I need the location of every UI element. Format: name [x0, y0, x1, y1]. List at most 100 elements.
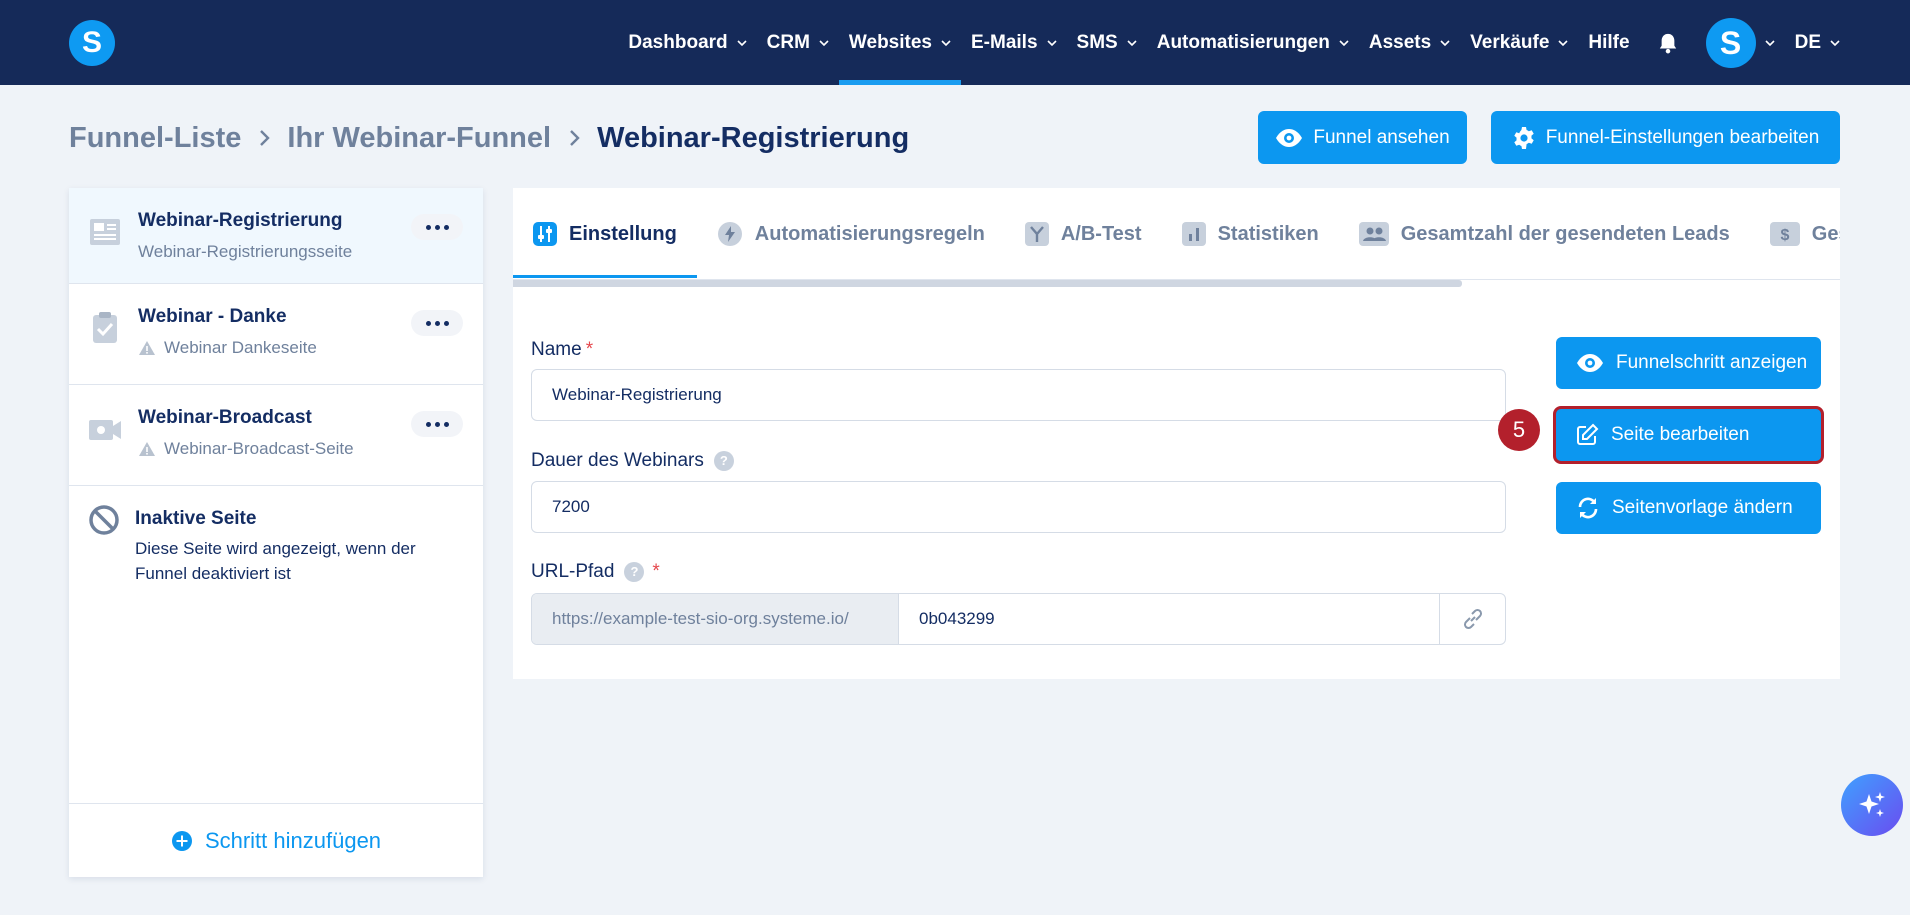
tab-label: Einstellung: [569, 222, 677, 245]
nav-sms[interactable]: SMS: [1067, 0, 1147, 85]
language-switcher[interactable]: DE: [1785, 0, 1850, 85]
nav-sales[interactable]: Verkäufe: [1460, 0, 1578, 85]
nav-label: Dashboard: [628, 31, 728, 53]
step-type: Webinar Dankeseite: [164, 338, 317, 357]
edit-funnel-settings-label: Funnel-Einstellungen bearbeiten: [1545, 126, 1820, 148]
plus-circle-icon: [171, 830, 192, 851]
tab-ab-test[interactable]: A/B-Test: [1005, 188, 1162, 279]
required-mark: *: [585, 339, 594, 360]
tab-label: A/B-Test: [1060, 222, 1142, 245]
top-navbar: S Dashboard CRM Websites E-Mails SMS Aut…: [0, 0, 1910, 85]
funnel-step-item[interactable]: Webinar-Registrierung Webinar-Registrier…: [69, 188, 483, 284]
notifications-button[interactable]: [1648, 0, 1688, 85]
avatar: S: [1705, 17, 1756, 68]
users-icon: [1358, 222, 1389, 246]
more-dot: [425, 224, 431, 230]
chevron-down-icon: [819, 39, 829, 46]
account-menu[interactable]: S: [1696, 0, 1785, 85]
nav-label: SMS: [1076, 31, 1118, 53]
tabs-scrollbar[interactable]: [513, 280, 1462, 287]
url-path-field: https://example-test-sio-org.systeme.io/…: [531, 593, 1506, 645]
funnel-step-item[interactable]: Webinar-Broadcast Webinar-Broadcast-Seit…: [69, 385, 483, 486]
edit-funnel-settings-button[interactable]: Funnel-Einstellungen bearbeiten: [1491, 111, 1840, 164]
inactive-page-item[interactable]: Inaktive Seite Diese Seite wird angezeig…: [69, 486, 483, 586]
more-dot: [443, 421, 449, 427]
nav-label: E-Mails: [971, 31, 1038, 53]
tab-settings[interactable]: Einstellung: [513, 188, 697, 279]
breadcrumb-funnel[interactable]: Ihr Webinar-Funnel: [287, 122, 551, 155]
more-dot: [443, 320, 449, 326]
url-prefix: https://example-test-sio-org.systeme.io/: [532, 594, 899, 644]
funnel-steps-sidebar: Webinar-Registrierung Webinar-Registrier…: [69, 188, 483, 877]
ai-assistant-button[interactable]: [1841, 774, 1903, 836]
split-icon: [1024, 222, 1049, 246]
page-icon: [90, 219, 120, 245]
view-funnel-button[interactable]: Funnel ansehen: [1258, 111, 1467, 164]
copy-link-button[interactable]: [1439, 594, 1505, 644]
warning-icon: [139, 442, 155, 456]
nav-automations[interactable]: Automatisierungen: [1147, 0, 1359, 85]
nav-label: CRM: [766, 31, 810, 53]
url-path-label-text: URL-Pfad: [531, 561, 615, 582]
help-icon[interactable]: ?: [624, 562, 645, 582]
show-funnel-step-button[interactable]: Funnelschritt anzeigen: [1556, 337, 1821, 389]
change-template-label: Seitenvorlage ändern: [1612, 497, 1793, 518]
url-path-value: 0b043299: [919, 609, 995, 628]
edit-page-button[interactable]: Seite bearbeiten: [1553, 406, 1824, 464]
nav-dashboard[interactable]: Dashboard: [618, 0, 756, 85]
edit-icon: [1577, 423, 1599, 445]
nav-emails[interactable]: E-Mails: [961, 0, 1067, 85]
link-icon: [1463, 608, 1482, 630]
chevron-down-icon: [1765, 39, 1775, 46]
nav-crm[interactable]: CRM: [757, 0, 839, 85]
tab-automation-rules[interactable]: Automatisierungsregeln: [697, 188, 1005, 279]
more-dot: [434, 320, 440, 326]
duration-input[interactable]: 7200: [531, 481, 1506, 533]
bolt-icon: [717, 222, 742, 246]
dollar-icon: $: [1769, 222, 1800, 246]
add-step-button[interactable]: Schritt hinzufügen: [69, 803, 483, 877]
inactive-page-description: Diese Seite wird angezeigt, wenn der Fun…: [135, 539, 416, 583]
name-input-value: Webinar-Registrierung: [552, 385, 722, 404]
main-nav: Dashboard CRM Websites E-Mails SMS Autom…: [618, 0, 1910, 85]
tab-label: Statistiken: [1217, 222, 1319, 245]
language-label: DE: [1794, 31, 1821, 53]
step-subtitle: Webinar-Registrierungsseite: [138, 242, 483, 262]
change-template-button[interactable]: Seitenvorlage ändern: [1556, 482, 1821, 534]
tab-label: Gesamtzahl der gesendeten Leads: [1400, 222, 1730, 245]
add-step-label: Schritt hinzufügen: [204, 827, 382, 853]
chevron-down-icon: [1127, 39, 1137, 46]
chevron-down-icon: [1046, 39, 1057, 46]
step-more-button[interactable]: [411, 214, 463, 240]
funnel-step-item[interactable]: Webinar - Danke Webinar Dankeseite: [69, 284, 483, 385]
help-icon[interactable]: ?: [713, 451, 734, 471]
more-dot: [443, 224, 449, 230]
duration-label: Dauer des Webinars ?: [531, 450, 734, 472]
url-path-input[interactable]: 0b043299: [899, 594, 1439, 644]
step-subtitle: Webinar Dankeseite: [138, 338, 483, 358]
tab-leads-sent[interactable]: Gesamtzahl der gesendeten Leads: [1339, 188, 1750, 279]
eye-icon: [1276, 128, 1303, 147]
tab-label: Automatisierungsregeln: [754, 222, 985, 245]
breadcrumb-current: Webinar-Registrierung: [597, 121, 910, 154]
breadcrumb: Funnel-Liste Ihr Webinar-Funnel Webinar-…: [69, 118, 909, 158]
tab-label: Gesa: [1811, 222, 1840, 245]
edit-page-label: Seite bearbeiten: [1611, 424, 1750, 445]
chevron-down-icon: [1339, 39, 1349, 46]
tab-revenue[interactable]: $ Gesa: [1750, 188, 1840, 279]
nav-websites[interactable]: Websites: [838, 0, 962, 85]
nav-assets[interactable]: Assets: [1359, 0, 1460, 85]
step-more-button[interactable]: [411, 411, 463, 437]
refresh-icon: [1578, 497, 1598, 519]
name-input[interactable]: Webinar-Registrierung: [531, 369, 1506, 421]
inactive-page-title: Inaktive Seite: [135, 508, 257, 529]
tab-statistics[interactable]: Statistiken: [1162, 188, 1339, 279]
duration-input-value: 7200: [552, 497, 590, 516]
breadcrumb-funnel-list[interactable]: Funnel-Liste: [69, 122, 241, 155]
prohibited-icon: [89, 505, 119, 535]
step-more-button[interactable]: [411, 310, 463, 336]
show-funnel-step-label: Funnelschritt anzeigen: [1616, 352, 1808, 373]
nav-help[interactable]: Hilfe: [1578, 0, 1639, 85]
app-logo[interactable]: S: [69, 20, 115, 66]
chevron-down-icon: [1558, 39, 1568, 46]
